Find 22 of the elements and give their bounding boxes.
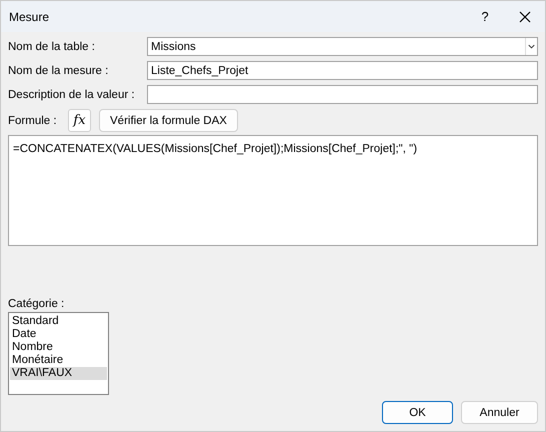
list-item[interactable]: Standard bbox=[10, 315, 107, 328]
list-item[interactable]: Monétaire bbox=[10, 354, 107, 367]
window-title: Mesure bbox=[9, 10, 50, 24]
list-item[interactable]: Date bbox=[10, 328, 107, 341]
check-formula-button[interactable]: Vérifier la formule DAX bbox=[99, 109, 238, 132]
field-label: Nom de la table : bbox=[8, 40, 96, 52]
chevron-down-icon bbox=[525, 38, 537, 55]
input-field[interactable]: Liste_Chefs_Projet bbox=[147, 61, 538, 80]
formula-label: Formule : bbox=[8, 114, 58, 126]
formula-field[interactable]: =CONCATENATEX(VALUES(Missions[Chef_Projet]);Missions[Chef_Projet];", ") bbox=[8, 135, 538, 246]
close-icon bbox=[519, 10, 531, 22]
field-label: Description de la valeur : bbox=[8, 88, 136, 100]
function-button[interactable]: fx bbox=[68, 109, 91, 132]
cancel-button[interactable]: Annuler bbox=[461, 401, 538, 424]
table-dropdown[interactable]: Missions bbox=[147, 37, 538, 56]
help-button[interactable]: ? bbox=[465, 1, 505, 32]
field-label: Nom de la mesure : bbox=[8, 64, 110, 76]
input-field[interactable] bbox=[147, 85, 538, 104]
list-item[interactable]: Nombre bbox=[10, 341, 107, 354]
list-item[interactable]: VRAI\FAUX bbox=[10, 367, 107, 380]
ok-button[interactable]: OK bbox=[382, 401, 453, 424]
category-label: Catégorie : bbox=[8, 298, 66, 310]
